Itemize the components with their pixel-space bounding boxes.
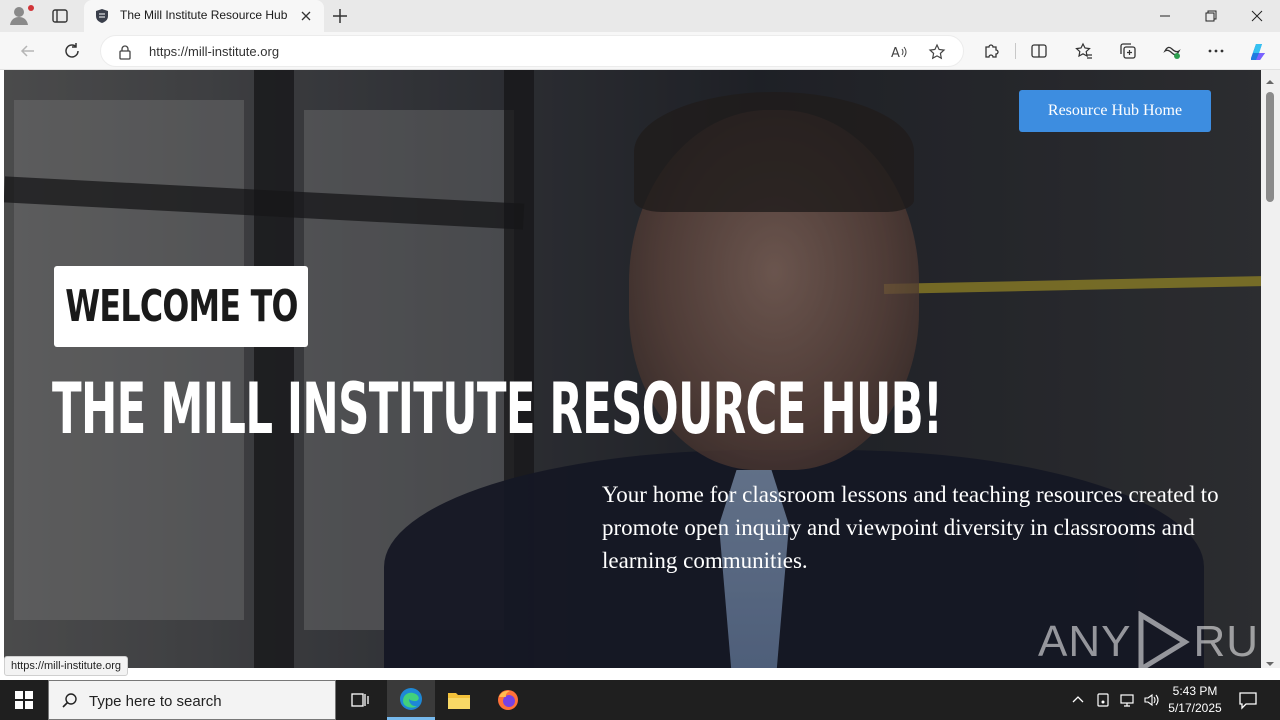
- scroll-down-icon[interactable]: [1265, 656, 1275, 666]
- firefox-icon[interactable]: [484, 680, 532, 720]
- volume-icon[interactable]: [1141, 690, 1161, 710]
- show-hidden-icons[interactable]: [1068, 690, 1088, 710]
- site-shield-icon: [94, 8, 110, 24]
- search-placeholder: Type here to search: [89, 693, 222, 710]
- play-triangle-icon: [1138, 611, 1191, 668]
- tab-actions-icon[interactable]: [48, 4, 72, 28]
- profile-icon[interactable]: [8, 4, 34, 28]
- copilot-icon[interactable]: [1244, 37, 1272, 65]
- read-aloud-icon[interactable]: A: [887, 40, 911, 64]
- address-bar[interactable]: https://mill-institute.org A: [100, 35, 964, 67]
- page-scrollbar[interactable]: [1261, 70, 1280, 668]
- network-icon[interactable]: [1117, 690, 1137, 710]
- refresh-icon[interactable]: [58, 37, 86, 65]
- file-explorer-icon[interactable]: [435, 680, 483, 720]
- scroll-up-icon[interactable]: [1265, 74, 1275, 84]
- windows-start-icon[interactable]: [0, 680, 48, 720]
- scroll-thumb[interactable]: [1266, 92, 1274, 202]
- toolbar-separator: [1015, 43, 1016, 59]
- task-view-icon[interactable]: [336, 680, 384, 720]
- page-title-text: THE MILL INSTITUTE RESOURCE HUB!: [52, 368, 943, 450]
- tab-strip: The Mill Institute Resource Hub: [0, 0, 1280, 32]
- anyrun-watermark: ANY RUN: [1038, 610, 1261, 668]
- extensions-icon[interactable]: [977, 37, 1005, 65]
- notification-dot: [28, 5, 34, 11]
- hero-tagline: Your home for classroom lessons and teac…: [602, 482, 1219, 573]
- lock-icon[interactable]: [117, 44, 133, 60]
- edge-taskbar-icon[interactable]: [387, 680, 435, 720]
- taskbar-search-box[interactable]: Type here to search: [48, 680, 336, 720]
- back-icon[interactable]: [14, 37, 42, 65]
- resource-hub-home-button[interactable]: Resource Hub Home: [1019, 90, 1211, 132]
- welcome-label: WELCOME TO: [54, 266, 308, 347]
- new-tab-icon[interactable]: [328, 4, 352, 28]
- svg-text:A: A: [891, 46, 900, 61]
- collections-icon[interactable]: [1114, 37, 1142, 65]
- tab-title: The Mill Institute Resource Hub: [120, 8, 288, 22]
- watermark-right: RUN: [1193, 617, 1261, 666]
- close-window-icon[interactable]: [1234, 0, 1280, 32]
- notification-center-icon[interactable]: [1236, 688, 1260, 712]
- favorites-icon[interactable]: [1070, 37, 1098, 65]
- active-tab[interactable]: The Mill Institute Resource Hub: [84, 0, 324, 32]
- url-text[interactable]: https://mill-institute.org: [149, 44, 279, 59]
- browser-toolbar: https://mill-institute.org A: [0, 32, 1280, 70]
- welcome-text: WELCOME TO: [64, 281, 298, 332]
- favorite-star-icon[interactable]: [925, 40, 949, 64]
- windows-taskbar: Type here to search 5:43 PM 5/17/2025: [0, 680, 1280, 720]
- split-screen-icon[interactable]: [1025, 37, 1053, 65]
- watermark-left: ANY: [1038, 617, 1132, 666]
- clock-date: 5/17/2025: [1168, 701, 1222, 715]
- status-bar-url: https://mill-institute.org: [4, 656, 129, 676]
- page-viewport: Resource Hub Home WELCOME TO THE MILL IN…: [4, 70, 1261, 668]
- page-title: THE MILL INSTITUTE RESOURCE HUB!: [52, 368, 1052, 450]
- browser-essentials-icon[interactable]: [1158, 37, 1186, 65]
- restore-icon[interactable]: [1188, 0, 1234, 32]
- search-icon: [61, 692, 79, 710]
- clock-time: 5:43 PM: [1172, 684, 1218, 698]
- system-clock[interactable]: 5:43 PM 5/17/2025: [1162, 683, 1228, 717]
- close-tab-icon[interactable]: [298, 8, 314, 24]
- more-options-icon[interactable]: [1202, 37, 1230, 65]
- minimize-icon[interactable]: [1142, 0, 1188, 32]
- device-icon[interactable]: [1093, 690, 1113, 710]
